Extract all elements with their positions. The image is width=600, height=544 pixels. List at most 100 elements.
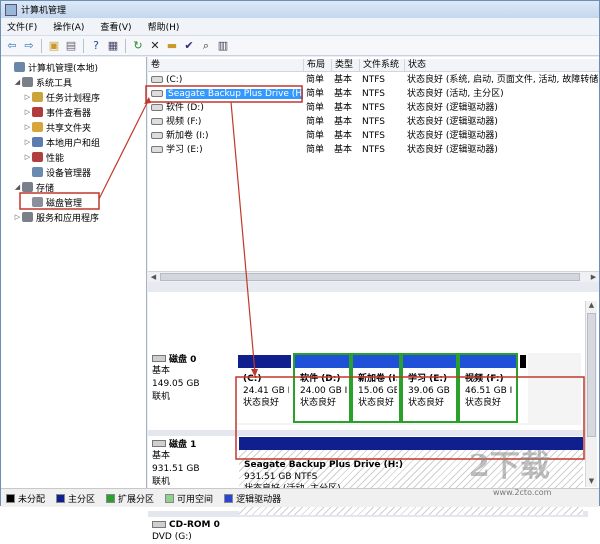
tree-item-6[interactable]: ▷ 性能 [23, 150, 64, 164]
volume-name: 软件 (D:) [166, 103, 204, 113]
disk-icon [152, 440, 166, 447]
disk-name-label: 磁盘 1 [169, 440, 197, 450]
disk-size: 931.51 GB [152, 464, 200, 474]
view-icon[interactable]: ▥ [216, 39, 230, 53]
tree-item-8[interactable]: ◢ 存储 [13, 180, 54, 194]
tree-item-5[interactable]: ▷ 本地用户和组 [23, 135, 100, 149]
search-icon[interactable]: ⌕ [199, 39, 213, 53]
tree-item-4[interactable]: ▷ 共享文件夹 [23, 120, 91, 134]
navigation-tree: 计算机管理(本地) ◢ 系统工具 ▷ 任务计划程序 ▷ 事件查看器 ▷ 共享文件夹 ▷ 本地用户和组… [1, 57, 147, 507]
volume-cell-type: 基本 [334, 75, 353, 85]
horizontal-scrollbar[interactable]: ◀ ▶ [148, 271, 599, 282]
legend-swatch [106, 493, 116, 503]
column-header-2[interactable]: 类型 [331, 59, 359, 72]
volume-name: 新加卷 (I:) [166, 131, 209, 141]
expander-icon[interactable]: ▷ [23, 123, 32, 131]
pane-splitter[interactable] [148, 282, 599, 292]
disk-info-0: 磁盘 0 基本 149.05 GB 联机 [152, 352, 234, 404]
menu-item-2[interactable]: 查看(V) [100, 20, 131, 33]
volume-row[interactable]: Seagate Backup Plus Drive (H:) 简单 基本 NTFS 状态… [148, 87, 599, 101]
disk-size: 149.05 GB [152, 379, 200, 389]
help-icon[interactable]: ? [89, 39, 103, 53]
partition-1[interactable]: 软件 (D:) 24.00 GB I 状态良好 [293, 353, 351, 423]
tree-item-1[interactable]: ◢ 系统工具 [13, 75, 72, 89]
volume-cell-status: 状态良好 (活动, 主分区) [407, 89, 504, 99]
tree-item-label: 服务和应用程序 [36, 213, 100, 224]
scroll-left-icon[interactable]: ◀ [148, 272, 159, 282]
column-header-0[interactable]: 卷 [148, 59, 303, 72]
volume-cell-layout: 简单 [306, 145, 325, 155]
partition-2[interactable]: 新加卷 (I: 15.06 GB 状态良好 [351, 353, 401, 423]
volume-row[interactable]: (C:) 简单 基本 NTFS 状态良好 (系统, 启动, 页面文件, 活动, 故障转储 [148, 73, 599, 87]
toolbar-separator [125, 38, 126, 53]
refresh-icon[interactable]: ↻ [131, 39, 145, 53]
volume-row[interactable]: 学习 (E:) 简单 基本 NTFS 状态良好 (逻辑驱动器) [148, 143, 599, 157]
tree-item-7[interactable]: 设备管理器 [23, 165, 91, 179]
watermark-logo: 2下载 [469, 449, 550, 484]
disk-type: 基本 [152, 366, 171, 376]
expander-icon[interactable]: ▷ [23, 153, 32, 161]
computer-icon [14, 62, 25, 72]
back-arrow-icon[interactable]: ⇦ [5, 39, 19, 53]
tree-item-2[interactable]: ▷ 任务计划程序 [23, 90, 100, 104]
volume-row[interactable]: 软件 (D:) 简单 基本 NTFS 状态良好 (逻辑驱动器) [148, 101, 599, 115]
partition-bar [460, 355, 516, 368]
delete-icon[interactable]: ✕ [148, 39, 162, 53]
partition-size: 15.06 GB [358, 386, 397, 396]
device-manager-icon [32, 167, 43, 177]
partition-body: 软件 (D:) 24.00 GB I 状态良好 [297, 369, 347, 419]
title-bar: 计算机管理 [1, 1, 599, 18]
disk-info-1: 磁盘 1 基本 931.51 GB 联机 [152, 437, 234, 489]
tree-item-9[interactable]: 磁盘管理 [23, 195, 82, 209]
column-header-3[interactable]: 文件系统 [359, 59, 404, 72]
drive-icon [151, 76, 163, 83]
menu-item-3[interactable]: 帮助(H) [148, 20, 180, 33]
partition-4[interactable]: 视频 (F:) 46.51 GB I 状态良好 [458, 353, 518, 423]
disk-name: 磁盘 1 [152, 437, 234, 450]
up-folder-icon[interactable]: ▣ [47, 39, 61, 53]
volume-cell-type: 基本 [334, 145, 353, 155]
tree-item-label: 本地用户和组 [46, 138, 101, 149]
forward-arrow-icon[interactable]: ⇨ [22, 39, 36, 53]
expander-icon[interactable]: ▷ [23, 108, 32, 116]
scroll-thumb-vertical[interactable] [587, 313, 596, 437]
column-header-4[interactable]: 状态 [404, 59, 599, 72]
legend-swatch [6, 493, 15, 503]
disk-management-icon [32, 197, 43, 207]
column-header-1[interactable]: 布局 [303, 59, 331, 72]
expander-icon[interactable]: ▷ [23, 138, 32, 146]
volume-cell-status: 状态良好 (系统, 启动, 页面文件, 活动, 故障转储 [407, 75, 599, 85]
tree-item-label: 事件查看器 [46, 108, 92, 119]
legend-swatch [224, 493, 234, 503]
partition-3[interactable]: 学习 (E:) 39.06 GB 状态良好 [401, 353, 458, 423]
volume-row[interactable]: 视频 (F:) 简单 基本 NTFS 状态良好 (逻辑驱动器) [148, 115, 599, 129]
tree-item-10[interactable]: ▷ 服务和应用程序 [13, 210, 99, 224]
menu-bar: 文件(F) 操作(A) 查看(V) 帮助(H) [1, 18, 599, 36]
partition-5[interactable] [518, 353, 528, 423]
expander-icon[interactable]: ▷ [13, 213, 22, 221]
partition-status: 状态良好 [408, 398, 445, 408]
scroll-thumb[interactable] [160, 273, 580, 281]
disk-icon [152, 355, 166, 362]
tools-icon [22, 77, 33, 87]
expander-icon[interactable]: ◢ [13, 183, 22, 191]
expander-icon[interactable]: ▷ [23, 93, 32, 101]
check-icon[interactable]: ✔ [182, 39, 196, 53]
expander-icon[interactable]: ◢ [13, 78, 22, 86]
drive-icon [151, 146, 163, 153]
menu-item-0[interactable]: 文件(F) [7, 20, 37, 33]
open-folder-icon[interactable]: ▬ [165, 39, 179, 53]
scroll-up-icon[interactable]: ▲ [586, 301, 597, 311]
properties-icon[interactable]: ▦ [106, 39, 120, 53]
partition-size: 24.00 GB I [300, 386, 347, 396]
show-tree-icon[interactable]: ▤ [64, 39, 78, 53]
menu-item-1[interactable]: 操作(A) [53, 20, 84, 33]
scroll-right-icon[interactable]: ▶ [588, 272, 599, 282]
partition-size: 24.41 GB I [243, 386, 289, 396]
tree-item-label: 磁盘管理 [46, 198, 83, 209]
tree-item-0[interactable]: 计算机管理(本地) [5, 60, 98, 74]
partition-bar [295, 355, 349, 368]
partition-0[interactable]: (C:) 24.41 GB I 状态良好 [236, 353, 293, 423]
volume-row[interactable]: 新加卷 (I:) 简单 基本 NTFS 状态良好 (逻辑驱动器) [148, 129, 599, 143]
tree-item-3[interactable]: ▷ 事件查看器 [23, 105, 91, 119]
